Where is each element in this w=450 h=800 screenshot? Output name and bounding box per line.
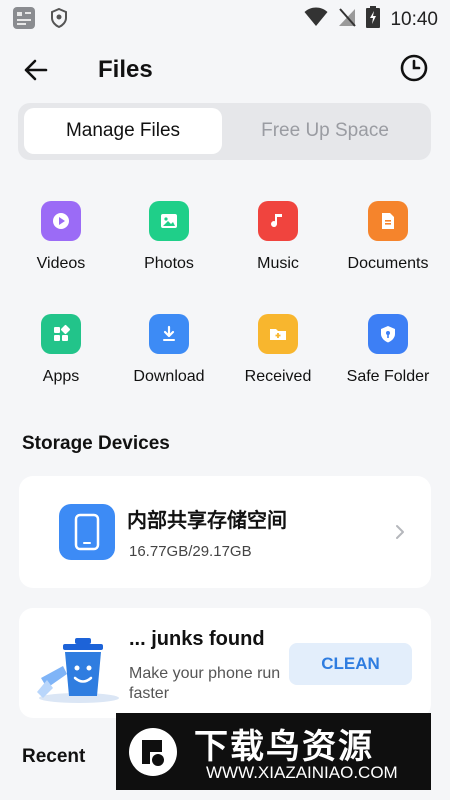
junk-clean-card: ... junks found Make your phone run fast… (19, 608, 431, 718)
no-signal-icon (338, 7, 357, 32)
wifi-icon (304, 7, 328, 32)
music-note-icon (258, 201, 298, 241)
clock-icon (400, 54, 428, 82)
storage-device-name: 内部共享存储空间 (127, 510, 287, 532)
category-label: Apps (42, 368, 80, 385)
history-button[interactable] (398, 52, 430, 84)
arrow-left-icon (24, 59, 48, 81)
apps-grid-icon (41, 314, 81, 354)
back-button[interactable] (20, 54, 52, 86)
watermark-bird-logo-icon (128, 726, 178, 778)
chevron-right-icon (395, 524, 405, 545)
junk-title: ... junks found (129, 628, 265, 650)
play-icon (41, 201, 81, 241)
battery-charging-icon (366, 6, 381, 33)
category-label: Music (257, 255, 299, 272)
category-photos[interactable]: Photos (114, 196, 224, 273)
category-videos[interactable]: Videos (6, 196, 116, 273)
watermark: 下载鸟资源 WWW.XIAZAINIAO.COM (116, 713, 431, 790)
folder-icon (258, 314, 298, 354)
phone-icon (59, 504, 115, 560)
category-label: Download (133, 368, 205, 385)
status-time: 10:40 (390, 8, 438, 30)
tab-switcher: Manage Files Free Up Space (18, 103, 431, 160)
status-bar: 10:40 (0, 0, 450, 36)
download-icon (149, 314, 189, 354)
category-music[interactable]: Music (223, 196, 333, 273)
category-label: Documents (347, 255, 429, 272)
shield-icon (50, 7, 68, 33)
document-icon (368, 201, 408, 241)
clean-button[interactable]: CLEAN (289, 643, 412, 685)
recent-section-title: Recent (22, 746, 86, 767)
storage-usage: 16.77GB/29.17GB (129, 543, 252, 560)
category-download[interactable]: Download (114, 309, 224, 386)
category-label: Videos (36, 255, 86, 272)
shield-lock-icon (368, 314, 408, 354)
category-label: Safe Folder (346, 368, 430, 385)
watermark-text: 下载鸟资源 (194, 728, 374, 766)
category-label: Received (244, 368, 312, 385)
watermark-url: WWW.XIAZAINIAO.COM (206, 763, 398, 782)
tab-free-up-space[interactable]: Free Up Space (226, 108, 424, 154)
app-bar: Files (0, 46, 450, 94)
category-documents[interactable]: Documents (333, 196, 443, 273)
storage-section-title: Storage Devices (22, 433, 170, 454)
category-apps[interactable]: Apps (6, 309, 116, 386)
junk-subtitle: Make your phone run faster (129, 665, 281, 702)
storage-device-card[interactable]: 内部共享存储空间 16.77GB/29.17GB (19, 476, 431, 588)
sim-icon (12, 6, 36, 35)
image-icon (149, 201, 189, 241)
category-label: Photos (144, 255, 194, 272)
tab-manage-files[interactable]: Manage Files (24, 108, 222, 154)
category-received[interactable]: Received (223, 309, 333, 386)
trash-bin-icon (33, 626, 125, 711)
category-safe-folder[interactable]: Safe Folder (333, 309, 443, 386)
page-title: Files (98, 56, 153, 83)
